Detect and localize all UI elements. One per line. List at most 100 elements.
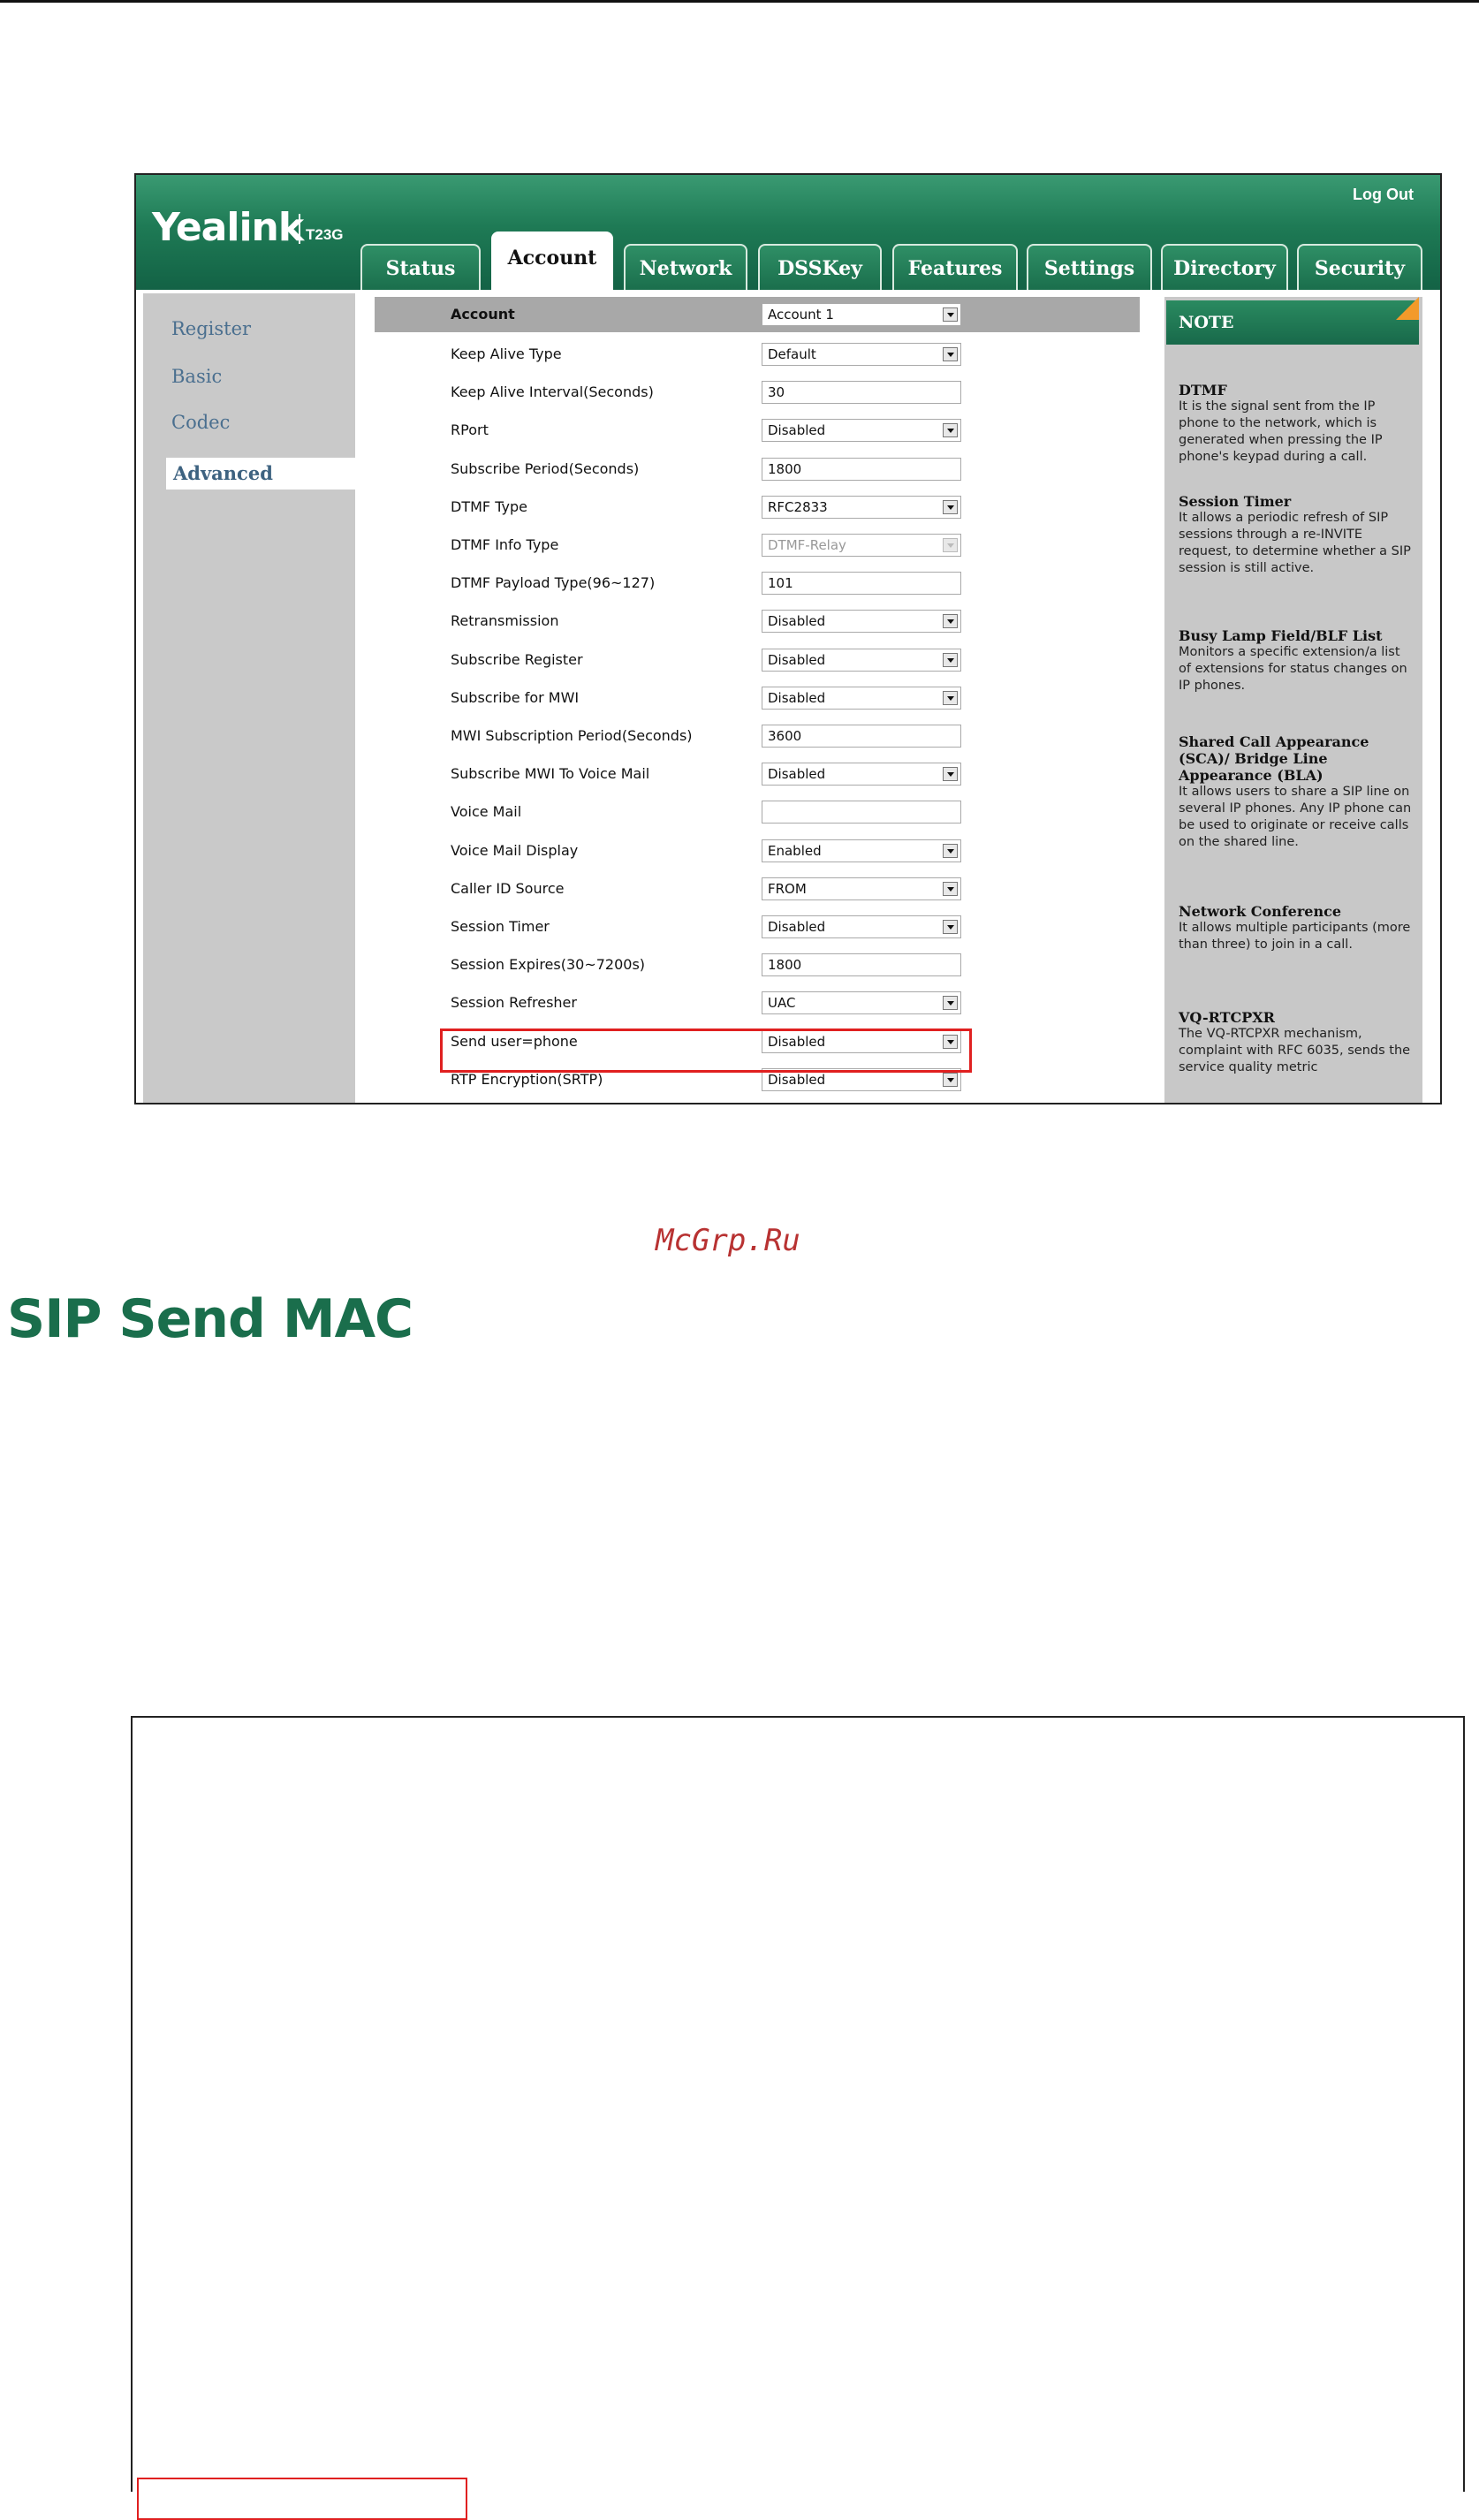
chevron-down-icon: [943, 423, 958, 437]
tab-settings[interactable]: Settings: [1027, 244, 1152, 290]
select-subscribe-mwi-to-voice-mail[interactable]: Disabled: [762, 763, 961, 786]
input-subscribe-period-seconds[interactable]: 1800: [762, 458, 961, 481]
select-rport[interactable]: Disabled: [762, 419, 961, 442]
note-section-text: It is the signal sent from the IP phone …: [1179, 399, 1383, 464]
field-value-subscribe-register: Disabled: [768, 652, 826, 668]
tab-network[interactable]: Network: [624, 244, 747, 290]
input-mwi-subscription-period-seconds[interactable]: 3600: [762, 725, 961, 748]
field-value-keep-alive-type: Default: [768, 346, 816, 362]
chevron-down-icon: [943, 767, 958, 781]
note-section-text: It allows multiple participants (more th…: [1179, 921, 1411, 952]
select-dtmf-info-type: DTMF-Relay: [762, 534, 961, 557]
field-value-dtmf-type: RFC2833: [768, 499, 828, 515]
chevron-down-icon: [943, 920, 958, 934]
field-label-keep-alive-type: Keep Alive Type: [451, 345, 562, 362]
field-value-session-refresher: UAC: [768, 995, 796, 1011]
note-section-text: It allows a periodic refresh of SIP sess…: [1179, 511, 1411, 575]
field-value-caller-id-source: FROM: [768, 881, 807, 897]
field-label-subscribe-for-mwi: Subscribe for MWI: [451, 689, 580, 706]
input-session-expires-30-7200s[interactable]: 1800: [762, 953, 961, 976]
field-label-subscribe-register: Subscribe Register: [451, 651, 583, 668]
sidebar-item-basic[interactable]: Basic: [171, 366, 222, 387]
section-heading: SIP Send MAC: [7, 1288, 413, 1350]
sidebar-item-codec[interactable]: Codec: [171, 412, 230, 433]
field-value-subscribe-period-seconds: 1800: [768, 461, 802, 477]
select-keep-alive-type[interactable]: Default: [762, 343, 961, 366]
chevron-down-icon: [943, 882, 958, 896]
chevron-down-icon: [943, 996, 958, 1010]
chevron-down-icon: [943, 538, 958, 552]
select-caller-id-source[interactable]: FROM: [762, 877, 961, 900]
content-box: [131, 1716, 1465, 2492]
note-title: NOTE: [1166, 300, 1419, 345]
note-section-title: Session Timer: [1179, 493, 1292, 510]
chevron-down-icon: [943, 307, 958, 322]
account-select-value: Account 1: [768, 307, 834, 323]
field-value-voice-mail-display: Enabled: [768, 843, 822, 859]
field-label-dtmf-payload-type-96-127: DTMF Payload Type(96~127): [451, 574, 656, 591]
field-label-subscribe-mwi-to-voice-mail: Subscribe MWI To Voice Mail: [451, 765, 650, 782]
field-label-session-refresher: Session Refresher: [451, 994, 577, 1011]
note-section-title: DTMF: [1179, 382, 1227, 398]
chevron-down-icon: [943, 347, 958, 361]
tab-dsskey[interactable]: DSSKey: [758, 244, 882, 290]
note-panel: NOTE DTMF It is the signal sent from the…: [1164, 297, 1422, 1103]
chevron-down-icon: [943, 691, 958, 705]
input-dtmf-payload-type-96-127[interactable]: 101: [762, 572, 961, 595]
note-section: Shared Call Appearance (SCA)/ Bridge Lin…: [1179, 733, 1412, 851]
chevron-down-icon: [943, 614, 958, 628]
watermark-text: McGrp.Ru: [656, 1223, 800, 1258]
note-section-title: Shared Call Appearance (SCA)/ Bridge Lin…: [1179, 733, 1369, 784]
account-select[interactable]: Account 1: [762, 303, 961, 326]
field-value-session-expires-30-7200s: 1800: [768, 957, 802, 973]
web-ui-screenshot: Yealink T23G Log Out Status Account Netw…: [134, 173, 1442, 1104]
chevron-down-icon: [943, 1073, 958, 1087]
note-section: DTMF It is the signal sent from the IP p…: [1179, 382, 1412, 466]
header-banner: Yealink T23G Log Out Status Account Netw…: [136, 175, 1440, 293]
tab-features[interactable]: Features: [892, 244, 1018, 290]
sidebar-item-advanced[interactable]: Advanced: [166, 458, 362, 490]
note-section-title: Busy Lamp Field/BLF List: [1179, 627, 1383, 644]
tab-security[interactable]: Security: [1297, 244, 1422, 290]
select-subscribe-register[interactable]: Disabled: [762, 649, 961, 672]
select-retransmission[interactable]: Disabled: [762, 610, 961, 633]
field-value-session-timer: Disabled: [768, 919, 826, 935]
field-label-keep-alive-interval-seconds: Keep Alive Interval(Seconds): [451, 383, 654, 400]
input-voice-mail[interactable]: [762, 801, 961, 824]
field-label-dtmf-type: DTMF Type: [451, 498, 527, 515]
note-section-title: VQ-RTCPXR: [1179, 1009, 1275, 1026]
field-value-rtp-encryption-srtp: Disabled: [768, 1072, 826, 1088]
field-label-voice-mail: Voice Mail: [451, 803, 522, 820]
field-value-subscribe-mwi-to-voice-mail: Disabled: [768, 766, 826, 782]
note-section-text: It allows users to share a SIP line on s…: [1179, 785, 1412, 849]
logout-link[interactable]: Log Out: [1353, 186, 1414, 204]
tab-directory[interactable]: Directory: [1161, 244, 1288, 290]
chevron-down-icon: [943, 653, 958, 667]
field-label-caller-id-source: Caller ID Source: [451, 880, 565, 897]
yealink-logo: Yealink: [152, 205, 304, 250]
select-subscribe-for-mwi[interactable]: Disabled: [762, 687, 961, 710]
select-session-refresher[interactable]: UAC: [762, 991, 961, 1014]
select-session-timer[interactable]: Disabled: [762, 915, 961, 938]
sidebar-item-register[interactable]: Register: [171, 318, 251, 339]
field-value-rport: Disabled: [768, 422, 826, 438]
field-value-retransmission: Disabled: [768, 613, 826, 629]
note-section: Busy Lamp Field/BLF List Monitors a spec…: [1179, 627, 1412, 695]
field-label-dtmf-info-type: DTMF Info Type: [451, 536, 559, 553]
field-value-mwi-subscription-period-seconds: 3600: [768, 728, 802, 744]
note-section-text: Monitors a specific extension/a list of …: [1179, 645, 1407, 693]
top-rule: [0, 0, 1479, 3]
field-label-subscribe-period-seconds: Subscribe Period(Seconds): [451, 460, 640, 477]
tab-account[interactable]: Account: [491, 232, 613, 293]
tab-status[interactable]: Status: [360, 244, 481, 290]
field-label-voice-mail-display: Voice Mail Display: [451, 842, 579, 859]
field-label-retransmission: Retransmission: [451, 612, 559, 629]
chevron-down-icon: [943, 844, 958, 858]
select-dtmf-type[interactable]: RFC2833: [762, 496, 961, 519]
chevron-down-icon: [943, 500, 958, 514]
model-label: T23G: [306, 226, 344, 243]
field-label-session-timer: Session Timer: [451, 918, 550, 935]
input-keep-alive-interval-seconds[interactable]: 30: [762, 381, 961, 404]
select-voice-mail-display[interactable]: Enabled: [762, 839, 961, 862]
note-section: Session Timer It allows a periodic refre…: [1179, 493, 1412, 577]
